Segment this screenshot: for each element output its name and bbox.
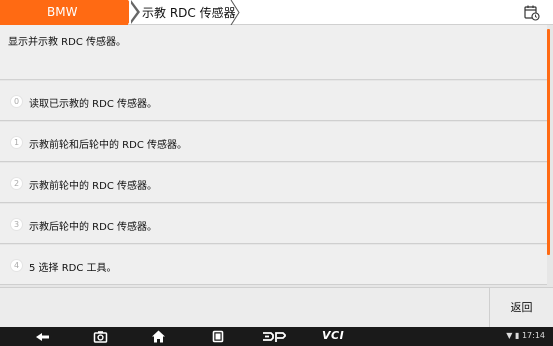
menu-item-0[interactable]: 0 读取已示教的 RDC 传感器。 bbox=[0, 81, 547, 121]
battery-icon: ▮ bbox=[514, 331, 520, 340]
menu-item-label: 示教后轮中的 RDC 传感器。 bbox=[29, 222, 157, 233]
menu-item-label: 示教前轮中的 RDC 传感器。 bbox=[29, 181, 157, 192]
menu-item-label: 示教前轮和后轮中的 RDC 传感器。 bbox=[29, 140, 187, 151]
clock-time: 17:14 bbox=[521, 331, 545, 340]
menu-item-label: 读取已示教的 RDC 传感器。 bbox=[29, 99, 157, 110]
item-index: 4 bbox=[10, 259, 23, 272]
description-panel: 显示并示教 RDC 传感器。 bbox=[0, 25, 547, 80]
menu-item-1[interactable]: 1 示教前轮和后轮中的 RDC 传感器。 bbox=[0, 122, 547, 162]
content-area: 显示并示教 RDC 传感器。 0 读取已示教的 RDC 传感器。 1 示教前轮和… bbox=[0, 25, 553, 287]
breadcrumb-end-arrow bbox=[230, 0, 240, 25]
vci-icon[interactable]: VCI bbox=[322, 329, 344, 344]
back-button[interactable]: 返回 bbox=[489, 288, 553, 328]
menu-item-label: 5 选择 RDC 工具。 bbox=[29, 263, 117, 274]
description-text: 显示并示教 RDC 传感器。 bbox=[8, 37, 126, 48]
button-bar: 返回 bbox=[0, 287, 553, 328]
home-icon[interactable] bbox=[151, 329, 166, 344]
breadcrumb-current[interactable]: 示教 RDC 传感器 bbox=[142, 4, 236, 21]
scrollbar-thumb[interactable] bbox=[547, 29, 550, 255]
back-arrow-icon[interactable] bbox=[34, 329, 52, 344]
top-bar: BMW 示教 RDC 传感器 bbox=[0, 0, 553, 25]
item-index: 0 bbox=[10, 95, 23, 108]
item-index: 1 bbox=[10, 136, 23, 149]
menu-item-4[interactable]: 4 5 选择 RDC 工具。 bbox=[0, 245, 547, 285]
breadcrumb-home-label: BMW bbox=[47, 5, 78, 19]
wifi-icon: ▼ bbox=[506, 331, 513, 340]
camera-icon[interactable] bbox=[93, 329, 108, 344]
menu-item-3[interactable]: 3 示教后轮中的 RDC 传感器。 bbox=[0, 204, 547, 244]
recent-apps-icon[interactable] bbox=[211, 329, 225, 344]
calendar-clock-icon[interactable] bbox=[523, 4, 540, 21]
item-index: 3 bbox=[10, 218, 23, 231]
breadcrumb-home[interactable]: BMW bbox=[0, 0, 128, 25]
dp-logo-icon[interactable] bbox=[262, 329, 286, 344]
item-index: 2 bbox=[10, 177, 23, 190]
menu-item-2[interactable]: 2 示教前轮中的 RDC 传感器。 bbox=[0, 163, 547, 203]
system-navbar: VCI ▼ ▮ 17:14 bbox=[0, 327, 553, 346]
status-area: ▼ ▮ 17:14 bbox=[506, 331, 545, 340]
